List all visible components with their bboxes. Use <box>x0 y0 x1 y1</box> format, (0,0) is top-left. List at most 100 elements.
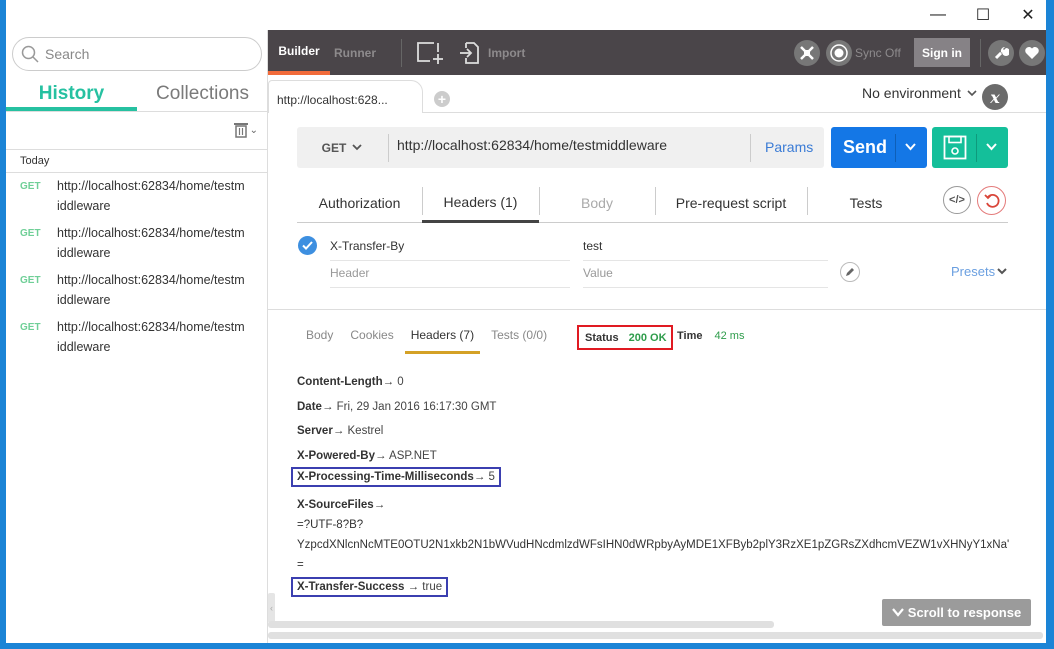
chevron-down-icon <box>352 144 362 151</box>
response-header: Server→ Kestrel <box>297 425 384 437</box>
response-header-value-line: =?UTF-8?B? <box>297 519 364 531</box>
new-header-value-input[interactable]: Value <box>583 266 828 288</box>
chevron-down-icon <box>997 268 1007 275</box>
new-window-button[interactable] <box>416 30 444 75</box>
horizontal-scrollbar[interactable] <box>268 621 774 628</box>
settings-button[interactable] <box>988 40 1014 66</box>
sync-button[interactable] <box>826 40 852 66</box>
status-label: Status <box>585 331 619 344</box>
presets-dropdown[interactable]: Presets <box>951 264 1007 279</box>
tab-collections[interactable]: Collections <box>137 78 268 111</box>
tab-response-cookies[interactable]: Cookies <box>350 328 393 354</box>
builder-tab[interactable]: Builder <box>268 30 330 75</box>
reset-button[interactable] <box>977 186 1006 215</box>
request-tab[interactable]: http://localhost:628... <box>268 80 423 113</box>
environment-label: No environment <box>862 85 961 101</box>
add-tab-button[interactable]: + <box>434 91 450 107</box>
divider <box>750 134 751 162</box>
tab-pre-request-script[interactable]: Pre-request script <box>655 183 807 223</box>
tab-response-body[interactable]: Body <box>306 328 333 354</box>
sign-in-button[interactable]: Sign in <box>914 38 970 67</box>
history-method: GET <box>20 181 41 192</box>
tab-tests[interactable]: Tests <box>807 183 925 223</box>
history-item[interactable]: GET http://localhost:62834/home/testmidd… <box>6 173 268 220</box>
sidebar-tabs: History Collections <box>6 78 268 112</box>
status-indicator: Status 200 OK <box>577 325 673 350</box>
undo-icon <box>983 193 999 208</box>
tab-history[interactable]: History <box>6 78 137 111</box>
time-value: 42 ms <box>714 330 745 342</box>
history-url: http://localhost:62834/home/testmiddlewa… <box>57 273 245 307</box>
bulk-edit-button[interactable] <box>840 262 860 282</box>
new-window-icon <box>417 41 443 64</box>
header-key-input[interactable]: X-Transfer-By <box>330 239 570 261</box>
interceptor-button[interactable] <box>794 40 820 66</box>
horizontal-scrollbar-main[interactable] <box>268 632 1043 639</box>
minimize-button[interactable]: — <box>918 4 958 26</box>
header-enabled-checkbox[interactable] <box>298 236 317 255</box>
send-button[interactable]: Send <box>831 127 927 168</box>
url-input[interactable] <box>397 137 737 153</box>
sidebar: History Collections ⌄ Today GET http://l… <box>6 30 268 643</box>
history-url: http://localhost:62834/home/testmiddlewa… <box>57 179 245 213</box>
response-header-value-line: = <box>297 559 304 571</box>
save-button[interactable] <box>932 127 1008 168</box>
send-label: Send <box>843 137 888 157</box>
main-panel: Builder Runner Import Sync Off Sign in h… <box>268 30 1046 643</box>
title-bar: — ☐ ✕ <box>6 0 1046 30</box>
history-method: GET <box>20 275 41 286</box>
generate-code-button[interactable]: </> <box>943 186 971 214</box>
chevron-down-icon[interactable] <box>905 143 916 151</box>
response-header: X-SourceFiles→ <box>297 499 386 511</box>
request-header-new-row: Header Value <box>324 261 828 288</box>
chevron-down-icon[interactable] <box>986 143 997 151</box>
response-header-value-line: YzpcdXNlcnNcMTE0OTU2N1xkb2N1bWVudHNcdmlz… <box>297 539 1010 551</box>
check-icon <box>302 241 313 250</box>
import-icon <box>460 41 479 64</box>
response-tabs: Body Cookies Headers (7) Tests (0/0) <box>306 328 547 356</box>
search-box[interactable] <box>12 37 262 71</box>
method-selector[interactable]: GET <box>297 127 387 168</box>
tab-body[interactable]: Body <box>539 183 655 223</box>
method-label: GET <box>321 140 347 155</box>
scroll-to-response-button[interactable]: Scroll to response <box>882 599 1031 626</box>
environment-quick-look-button[interactable]: x <box>982 84 1008 110</box>
divider <box>388 134 389 162</box>
chevron-down-icon <box>967 89 977 96</box>
params-button[interactable]: Params <box>765 139 813 155</box>
request-section-tabs: Authorization Headers (1) Body Pre-reque… <box>297 183 1008 223</box>
wrench-icon <box>994 46 1009 60</box>
runner-tab[interactable]: Runner <box>334 30 376 75</box>
environment-selector[interactable]: No environment <box>862 85 977 101</box>
search-input[interactable] <box>45 46 245 62</box>
request-tabs-bar: http://localhost:628... + No environment… <box>268 75 1046 113</box>
clear-history-button[interactable]: ⌄ <box>233 122 258 138</box>
history-item[interactable]: GET http://localhost:62834/home/testmidd… <box>6 314 268 361</box>
new-header-key-input[interactable]: Header <box>330 266 570 288</box>
history-method: GET <box>20 322 41 333</box>
tab-response-tests[interactable]: Tests (0/0) <box>491 328 547 354</box>
tab-authorization[interactable]: Authorization <box>297 183 422 223</box>
close-button[interactable]: ✕ <box>1008 4 1046 26</box>
tab-headers[interactable]: Headers (1) <box>422 183 539 223</box>
sync-icon <box>830 44 848 62</box>
divider <box>976 134 977 162</box>
interceptor-icon <box>800 46 814 60</box>
maximize-button[interactable]: ☐ <box>963 4 1003 26</box>
history-item[interactable]: GET http://localhost:62834/home/testmidd… <box>6 267 268 314</box>
history-url: http://localhost:62834/home/testmiddlewa… <box>57 226 245 260</box>
history-item[interactable]: GET http://localhost:62834/home/testmidd… <box>6 220 268 267</box>
import-button[interactable]: Import <box>458 30 525 75</box>
response-header-highlighted: X-Processing-Time-Milliseconds→ 5 <box>291 467 501 487</box>
header-value-input[interactable]: test <box>583 239 828 261</box>
collapse-sidebar-handle[interactable]: ‹ <box>268 593 275 623</box>
divider <box>980 39 981 67</box>
heart-icon <box>1025 47 1039 59</box>
presets-label: Presets <box>951 264 996 279</box>
trash-icon <box>233 123 248 138</box>
sync-status: Sync Off <box>855 45 901 60</box>
tab-response-headers[interactable]: Headers (7) <box>404 328 481 354</box>
divider <box>401 39 402 67</box>
favorite-button[interactable] <box>1019 40 1045 66</box>
import-label: Import <box>488 45 526 60</box>
